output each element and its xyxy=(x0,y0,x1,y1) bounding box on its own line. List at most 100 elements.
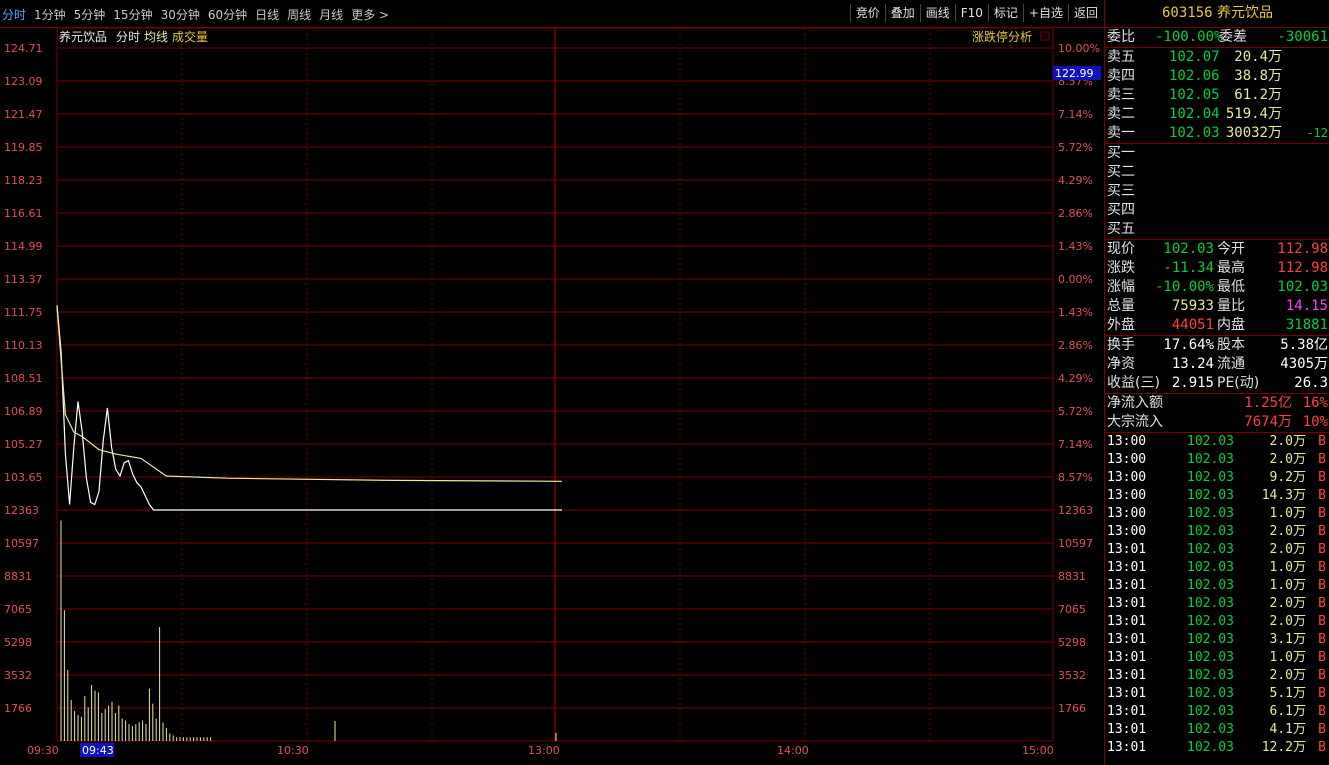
stat-row: 涨跌 -11.34 最高 112.98 xyxy=(1105,259,1329,278)
vol-tick-label-right: 1766 xyxy=(1058,702,1086,715)
trade-side: B xyxy=(1318,470,1326,485)
bid-row: 买三 xyxy=(1105,182,1329,201)
vol-tick-label: 7065 xyxy=(4,603,32,616)
trade-volume: 2.0万 xyxy=(1269,524,1306,539)
weicha-label: 委差 xyxy=(1219,29,1247,45)
tool-button-6[interactable]: 返回 xyxy=(1067,4,1103,22)
period-tab-2[interactable]: 5分钟 xyxy=(74,6,106,23)
trade-list[interactable]: 13:00 102.03 2.0万 B 13:00 102.03 2.0万 B 13:00 102… xyxy=(1105,433,1329,757)
limit-analysis-label[interactable]: 涨跌停分析 xyxy=(972,29,1032,44)
stat-row: 换手 17.64% 股本 5.38亿 xyxy=(1105,336,1329,355)
vol-tick-label: 10597 xyxy=(4,537,39,550)
period-tab-7[interactable]: 周线 xyxy=(287,6,311,23)
trade-price: 102.03 xyxy=(1187,632,1234,647)
tool-button-2[interactable]: 画线 xyxy=(919,4,955,22)
trade-side: B xyxy=(1318,434,1326,449)
trade-volume: 1.0万 xyxy=(1269,560,1306,575)
trade-row: 13:01 102.03 2.0万 B xyxy=(1105,613,1329,631)
bid-label: 买五 xyxy=(1107,221,1135,237)
stats-block-2: 换手 17.64% 股本 5.38亿 净资 13.24 流通 4305万 收益(三) 2.915 P… xyxy=(1105,336,1329,394)
period-tab-4[interactable]: 30分钟 xyxy=(161,6,200,23)
tool-button-5[interactable]: +自选 xyxy=(1022,4,1068,22)
trade-time: 13:00 xyxy=(1107,506,1147,521)
stat-row: 现价 102.03 今开 112.98 xyxy=(1105,240,1329,259)
stock-title: 603156 养元饮品 xyxy=(1105,0,1329,28)
trade-volume: 3.1万 xyxy=(1269,632,1306,647)
period-tab-9[interactable]: 更多 > xyxy=(351,6,389,23)
stat-value: 4305万 xyxy=(1280,356,1328,372)
trade-side: B xyxy=(1318,578,1326,593)
trade-volume: 2.0万 xyxy=(1269,434,1306,449)
pct-tick-label: 2.86% xyxy=(1058,207,1093,220)
trade-volume: 6.1万 xyxy=(1269,704,1306,719)
stat-label: 总量 xyxy=(1107,298,1135,314)
period-tab-3[interactable]: 15分钟 xyxy=(113,6,152,23)
period-tab-5[interactable]: 60分钟 xyxy=(208,6,247,23)
pct-tick-label: 2.86% xyxy=(1058,339,1093,352)
pct-tick-label: 7.14% xyxy=(1058,108,1093,121)
stat-label: 最低 xyxy=(1217,279,1245,295)
weibi-value: -100.00% xyxy=(1155,29,1223,45)
trade-volume: 2.0万 xyxy=(1269,596,1306,611)
trade-row: 13:00 102.03 1.0万 B xyxy=(1105,505,1329,523)
pct-tick-label: 4.29% xyxy=(1058,174,1093,187)
intraday-chart[interactable]: 124.71 10.00% 123.09 8.57% 121.47 7.14% 119.85… xyxy=(0,28,1103,765)
trade-volume: 4.1万 xyxy=(1269,722,1306,737)
trade-time: 13:00 xyxy=(1107,434,1147,449)
trade-row: 13:01 102.03 5.1万 B xyxy=(1105,685,1329,703)
stat-label: 内盘 xyxy=(1217,317,1245,333)
tool-button-4[interactable]: 标记 xyxy=(987,4,1023,22)
price-tick-label: 118.23 xyxy=(4,174,43,187)
trade-row: 13:01 102.03 3.1万 B xyxy=(1105,631,1329,649)
trade-price: 102.03 xyxy=(1187,686,1234,701)
time-label: 14:00 xyxy=(777,744,809,757)
trade-row: 13:00 102.03 2.0万 B xyxy=(1105,523,1329,541)
period-tab-8[interactable]: 月线 xyxy=(319,6,343,23)
ask-price: 102.05 xyxy=(1169,87,1220,103)
stats-block: 现价 102.03 今开 112.98 涨跌 -11.34 最高 112.98 涨幅 -10.00… xyxy=(1105,240,1329,336)
pct-tick-label: 10.00% xyxy=(1058,42,1100,55)
stat-value: 2.915 xyxy=(1171,375,1214,391)
bid-label: 买四 xyxy=(1107,202,1135,218)
stat-value: 44051 xyxy=(1171,317,1214,333)
tool-button-3[interactable]: F10 xyxy=(954,4,988,22)
price-tick-label: 123.09 xyxy=(4,75,43,88)
ask-label: 卖五 xyxy=(1107,49,1135,65)
stat-value: 112.98 xyxy=(1277,241,1328,257)
price-tick-label: 106.89 xyxy=(4,405,43,418)
stock-code: 603156 xyxy=(1161,5,1213,21)
stat-label: 现价 xyxy=(1107,241,1135,257)
period-tab-0[interactable]: 分时 xyxy=(2,6,26,23)
period-tab-6[interactable]: 日线 xyxy=(255,6,279,23)
stock-name: 养元饮品 xyxy=(1217,5,1274,21)
ask-volume: 61.2万 xyxy=(1234,87,1282,103)
limit-analysis-box[interactable] xyxy=(1040,31,1050,41)
stat-value: 14.15 xyxy=(1285,298,1328,314)
bid-row: 买一 xyxy=(1105,144,1329,163)
price-tick-label: 111.75 xyxy=(4,306,43,319)
trade-time: 13:00 xyxy=(1107,452,1147,467)
period-toolbar: 分时 1分钟 5分钟 15分钟 30分钟 60分钟 日线 周线 月线 更多 > 竞价 叠加 画线 F10… xyxy=(0,0,1103,28)
weibi-row: 委比 -100.00% 委差 -30061 xyxy=(1105,28,1329,48)
trade-row: 13:00 102.03 2.0万 B xyxy=(1105,433,1329,451)
vol-tick-label-right: 8831 xyxy=(1058,570,1086,583)
vol-tick-label-right: 12363 xyxy=(1058,504,1093,517)
tool-button-0[interactable]: 竞价 xyxy=(849,4,885,22)
tool-button-1[interactable]: 叠加 xyxy=(884,4,920,22)
chart-canvas[interactable]: 124.71 10.00% 123.09 8.57% 121.47 7.14% 119.85… xyxy=(0,28,1103,765)
ask-row: 卖二 102.04 519.4万 xyxy=(1105,105,1329,124)
trade-price: 102.03 xyxy=(1187,704,1234,719)
bid-row: 买五 xyxy=(1105,220,1329,239)
stat-value: -11.34 xyxy=(1163,260,1214,276)
trade-side: B xyxy=(1318,560,1326,575)
bid-row: 买二 xyxy=(1105,163,1329,182)
trade-side: B xyxy=(1318,614,1326,629)
period-tab-1[interactable]: 1分钟 xyxy=(34,6,66,23)
trade-price: 102.03 xyxy=(1187,722,1234,737)
trade-time: 13:01 xyxy=(1107,632,1147,647)
current-price-tag-text: 122.99 xyxy=(1055,67,1094,80)
legend-item-2: 均线 xyxy=(144,30,168,44)
ask-row: 卖三 102.05 61.2万 xyxy=(1105,86,1329,105)
trade-time: 13:01 xyxy=(1107,722,1147,737)
trade-time: 13:01 xyxy=(1107,704,1147,719)
